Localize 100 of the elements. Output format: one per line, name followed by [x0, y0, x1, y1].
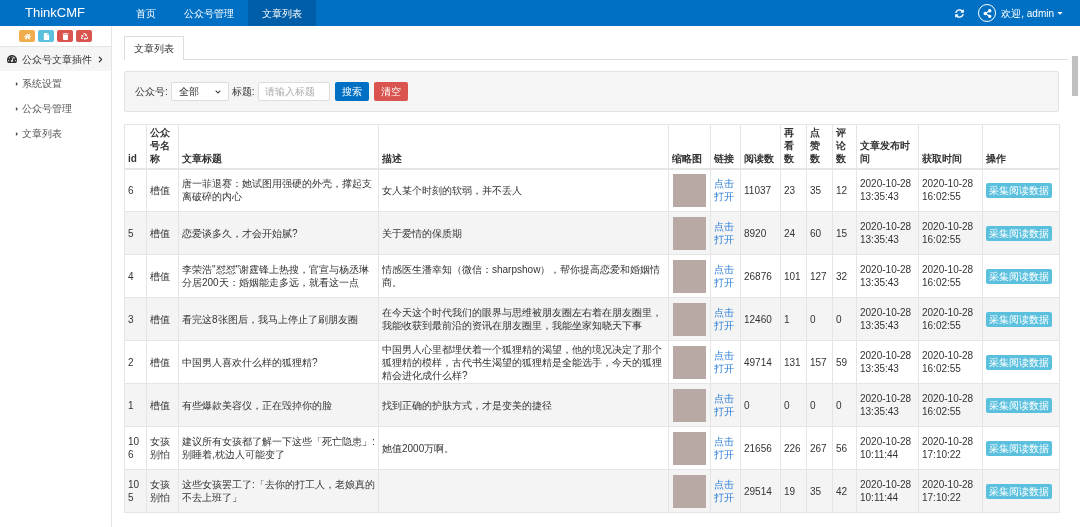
search-button[interactable]: 搜索	[334, 82, 369, 101]
table-cell: 女人某个时刻的软弱，并不丢人	[382, 184, 522, 196]
file-icon	[42, 32, 50, 40]
table-cell: 2020-10-28 16:02:55	[922, 393, 974, 417]
table-cell: 29514	[744, 485, 772, 497]
table-cell: 8920	[744, 227, 767, 239]
logo: ThinkCMF	[24, 4, 86, 23]
table-cell: 0	[836, 313, 842, 325]
file-button[interactable]	[38, 30, 54, 42]
table-cell: 2020-10-28 17:10:22	[922, 479, 974, 503]
photo-placeholder	[673, 173, 706, 207]
table-cell: 槽值	[150, 399, 170, 411]
nav-tab[interactable]: 公众号管理	[170, 0, 248, 26]
column-header: 评论数	[832, 124, 857, 169]
table-cell: 24	[784, 227, 796, 239]
user-menu[interactable]: 欢迎, admin	[1001, 5, 1064, 21]
account-select[interactable]: 全部	[170, 82, 229, 101]
photo-placeholder	[673, 388, 706, 422]
table-cell: 唐一菲退赛：她试图用强硬的外壳，撑起支离破碎的内心	[182, 178, 372, 203]
table-cell: 1	[128, 399, 134, 411]
page-tab[interactable]: 文章列表	[124, 36, 184, 60]
table-cell: 0	[836, 399, 842, 411]
table-cell: 35	[810, 184, 822, 196]
table-cell: 4	[128, 270, 134, 282]
column-header: 描述	[378, 124, 669, 169]
table-cell: 建议所有女孩都了解一下这些「死亡隐患」:别睡着,枕边人可能变了	[182, 436, 375, 460]
table-cell: 0	[744, 399, 750, 411]
table-cell: 23	[784, 184, 796, 196]
table-cell: 106	[128, 436, 140, 460]
photo-placeholder	[673, 431, 706, 465]
photo-placeholder	[673, 474, 706, 508]
chevron-icon	[97, 55, 104, 63]
column-header: 操作	[982, 124, 1060, 169]
table-cell: 32	[836, 270, 848, 282]
table-cell: 2	[128, 356, 134, 368]
table-cell: 59	[836, 356, 848, 368]
table-cell: 2020-10-28 13:35:43	[860, 178, 912, 203]
table-cell: 2020-10-28 13:35:43	[860, 350, 912, 374]
table-cell: 2020-10-28 16:02:55	[922, 350, 974, 374]
table-cell: 中国男人喜欢什么样的狐狸精?	[182, 356, 318, 368]
table-cell: 恋爱谈多久，才会开始腻?	[182, 227, 298, 239]
table-cell: 35	[810, 485, 822, 497]
column-header: id	[124, 124, 147, 169]
table-cell: 2020-10-28 10:11:44	[860, 479, 912, 503]
table-cell: 42	[836, 485, 848, 497]
caret-icon	[14, 130, 20, 137]
table-cell: 226	[784, 442, 801, 454]
column-header: 再看数	[780, 124, 807, 169]
table-cell: 5	[128, 227, 134, 239]
menu-item[interactable]: 公众号管理	[0, 96, 111, 121]
nav-tab[interactable]: 文章列表	[248, 0, 316, 26]
table-cell: 12	[836, 184, 848, 196]
table-cell: 6	[128, 184, 134, 196]
trash-icon	[61, 32, 69, 40]
refresh-icon[interactable]	[955, 8, 965, 18]
table-cell: 槽值	[150, 270, 170, 282]
menu-item[interactable]: 文章列表	[0, 121, 111, 146]
clear-button[interactable]: 清空	[373, 82, 408, 101]
title-label: 标题:	[231, 85, 255, 99]
column-header: 链接	[710, 124, 741, 169]
table-cell: 2020-10-28 13:35:43	[860, 307, 912, 331]
title-field[interactable]: 请输入标题	[257, 82, 330, 101]
column-header: 缩略图	[668, 124, 711, 169]
account-label: 公众号:	[135, 85, 168, 99]
trash-button[interactable]	[57, 30, 73, 42]
table-cell: 3	[128, 313, 134, 325]
recycle-button[interactable]	[76, 30, 92, 42]
table-cell: 李荣浩"怼怼"谢霆锋上热搜，官宣与杨丞琳分居200天：婚姻能走多远，就看这一点	[182, 264, 370, 288]
table-cell: 槽值	[150, 227, 170, 239]
chevron-icon	[214, 88, 221, 95]
table-cell: 60	[810, 227, 822, 239]
caret-icon	[1056, 9, 1064, 17]
nav-tab[interactable]: 首页	[122, 0, 170, 26]
table-cell: 56	[836, 442, 848, 454]
menu-item[interactable]: 系统设置	[0, 71, 111, 96]
table-cell: 0	[810, 313, 816, 325]
column-header: 阅读数	[740, 124, 781, 169]
table-cell: 131	[784, 356, 801, 368]
table-cell: 12460	[744, 313, 772, 325]
table-cell: 49714	[744, 356, 772, 368]
table-cell: 0	[784, 399, 790, 411]
table-cell: 2020-10-28 16:02:55	[922, 221, 974, 245]
caret-icon	[14, 105, 20, 112]
table-cell: 11037	[744, 184, 772, 196]
table-cell: 2020-10-28 13:35:43	[860, 264, 912, 288]
menu-group[interactable]: 公众号文章插件	[0, 47, 111, 71]
column-header: 公众号名称	[146, 124, 179, 169]
caret-icon	[14, 80, 20, 87]
photo-placeholder	[673, 345, 706, 379]
table-cell: 槽值	[150, 184, 170, 196]
table-cell: 2020-10-28 17:10:22	[922, 436, 974, 460]
photo-placeholder	[673, 259, 706, 293]
table-cell: 这些女孩罢工了:「去你的打工人，老娘真的不去上班了」	[182, 479, 375, 503]
column-header: 获取时间	[918, 124, 983, 169]
table-cell: 情感医生潘幸知（微信：sharpshow），帮你提高恋爱和婚姻情商。	[382, 264, 661, 288]
table-cell: 有些爆款美容仪，正在毁掉你的脸	[182, 399, 332, 411]
table-cell: 她值2000万啊。	[382, 442, 455, 454]
scrollbar	[1072, 56, 1078, 96]
table-cell: 中国男人心里都埋伏着一个狐狸精的渴望，他的境况决定了那个狐狸精的模样，古代书生渴望的狐狸精是全能选手，今天的狐狸精会进化成什么样?	[382, 343, 662, 381]
table-cell: 0	[810, 399, 816, 411]
